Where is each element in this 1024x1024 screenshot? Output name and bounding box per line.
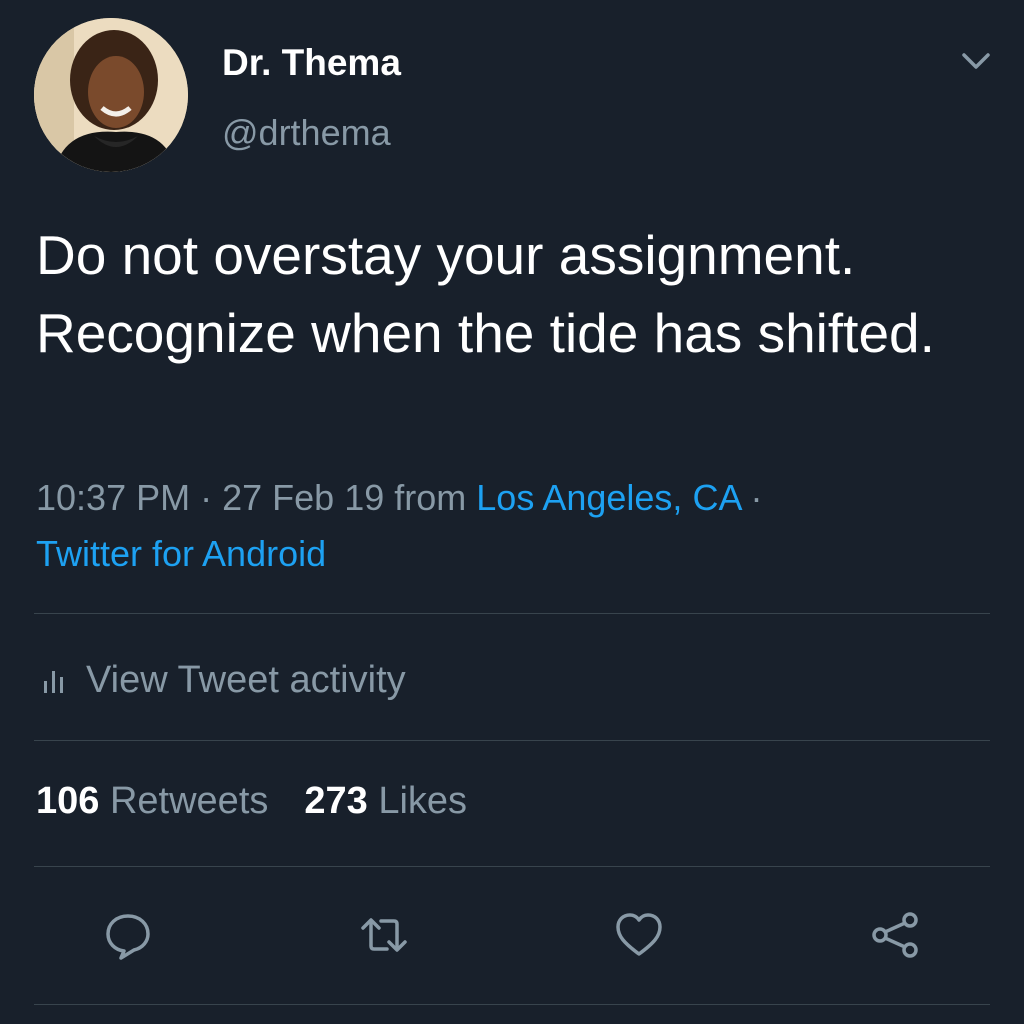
- retweets-count: 106: [36, 780, 100, 822]
- avatar-image: [34, 18, 188, 172]
- tweet-date: 27 Feb 19: [222, 477, 385, 518]
- tweet-stats: 106 Retweets 273 Likes: [36, 780, 467, 823]
- user-handle[interactable]: @drthema: [222, 112, 391, 154]
- tweet-meta: 10:37 PM · 27 Feb 19 from Los Angeles, C…: [36, 470, 996, 582]
- heart-icon: [616, 913, 662, 956]
- likes-stat[interactable]: 273 Likes: [304, 780, 467, 823]
- view-tweet-activity-button[interactable]: View Tweet activity: [40, 652, 406, 708]
- reply-icon: [106, 914, 150, 960]
- retweet-button[interactable]: [349, 900, 419, 970]
- source-link[interactable]: Twitter for Android: [36, 533, 326, 574]
- location-link[interactable]: Los Angeles, CA: [476, 477, 740, 518]
- avatar[interactable]: [34, 18, 188, 172]
- meta-separator: ·: [200, 477, 213, 518]
- share-button[interactable]: [860, 900, 930, 970]
- tweet-time: 10:37 PM: [36, 477, 191, 518]
- reply-button[interactable]: [93, 900, 163, 970]
- divider: [34, 1004, 990, 1005]
- from-label: from: [394, 477, 467, 518]
- chevron-down-icon[interactable]: [956, 46, 996, 76]
- meta-separator: ·: [750, 477, 763, 518]
- like-button[interactable]: [604, 900, 674, 970]
- divider: [34, 740, 990, 741]
- divider: [34, 613, 990, 614]
- display-name[interactable]: Dr. Thema: [222, 42, 401, 84]
- likes-label: Likes: [378, 780, 468, 822]
- share-icon: [872, 912, 918, 958]
- divider: [34, 866, 990, 867]
- tweet-detail: Dr. Thema @drthema Do not overstay your …: [0, 0, 1024, 1024]
- activity-label: View Tweet activity: [86, 658, 406, 701]
- retweets-label: Retweets: [109, 780, 269, 822]
- retweet-icon: [361, 918, 407, 952]
- tweet-text: Do not overstay your assignment. Recogni…: [36, 224, 935, 364]
- retweets-stat[interactable]: 106 Retweets: [36, 780, 268, 823]
- likes-count: 273: [304, 780, 368, 822]
- bar-chart-icon: [44, 671, 63, 693]
